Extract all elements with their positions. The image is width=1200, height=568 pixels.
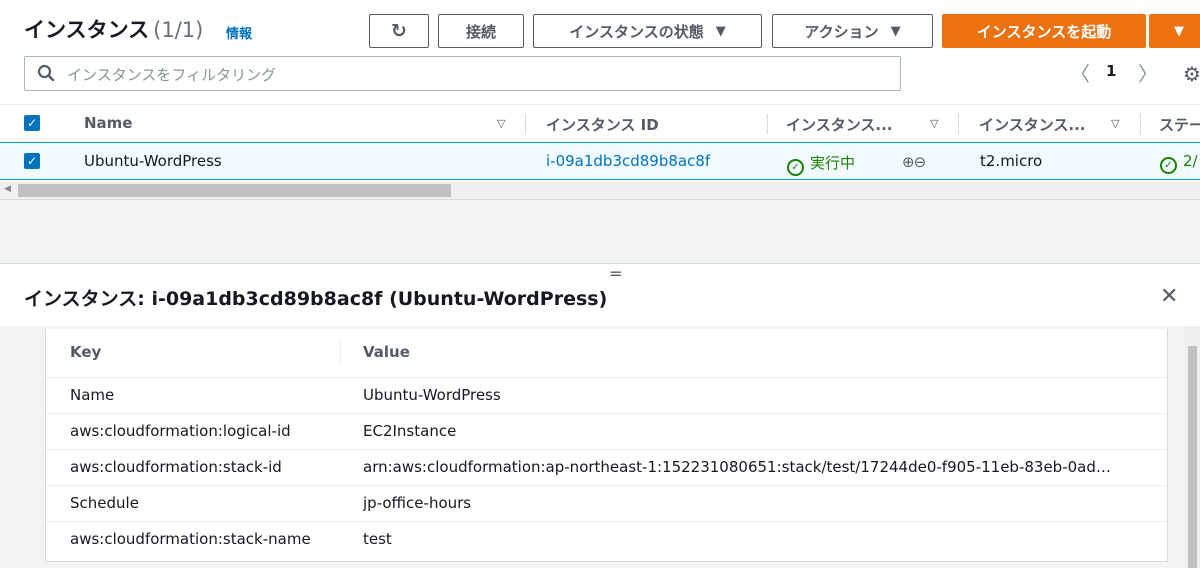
tag-key: Name [70,386,115,404]
actions-dropdown[interactable]: アクション ▼ [772,14,933,48]
column-header-status-check[interactable]: ステー [1159,114,1200,135]
tag-value: Ubuntu-WordPress [363,386,501,404]
instance-detail-panel: = インスタンス: i-09a1db3cd89b8ac8f (Ubuntu-Wo… [0,263,1200,568]
caret-down-icon: ▼ [715,23,726,39]
instances-panel: インスタンス (1/1) 情報 ↻ 接続 インスタンスの状態 ▼ アクション ▼ … [0,0,1200,200]
select-all-checkbox[interactable]: ✓ [24,115,40,131]
column-header-instance-type[interactable]: インスタンス... [979,114,1086,135]
tags-table: Key Value Name Ubuntu-WordPress aws:clou… [45,329,1168,562]
tag-value: EC2Instance [363,422,457,440]
page-title: インスタンス (1/1) [24,14,203,44]
instances-header: インスタンス (1/1) 情報 ↻ 接続 インスタンスの状態 ▼ アクション ▼ … [0,0,1200,58]
refresh-button[interactable]: ↻ [369,14,429,48]
vertical-scrollbar[interactable] [1185,326,1200,568]
instance-type: t2.micro [980,152,1043,170]
scrollbar-thumb[interactable] [18,184,451,197]
table-row[interactable]: ✓ Ubuntu-WordPress i-09a1db3cd89b8ac8f ✓… [0,142,1200,180]
page-title-text: インスタンス [24,18,150,42]
resize-handle-icon[interactable]: = [609,264,622,283]
info-link[interactable]: 情報 [226,23,252,42]
column-divider[interactable] [958,114,959,134]
column-divider[interactable] [525,114,526,134]
check-circle-icon: ✓ [787,159,804,176]
instance-id-link[interactable]: i-09a1db3cd89b8ac8f [546,152,710,170]
status-check: ✓ 2/ [1160,152,1198,174]
tag-value: arn:aws:cloudformation:ap-northeast-1:15… [363,458,1111,476]
detail-title: インスタンス: i-09a1db3cd89b8ac8f (Ubuntu-Word… [24,288,608,310]
row-checkbox[interactable]: ✓ [24,153,40,169]
gear-icon[interactable]: ⚙ [1183,62,1200,86]
check-circle-icon: ✓ [1160,157,1177,174]
column-divider [340,339,341,365]
value-column-header: Value [363,343,410,361]
column-divider[interactable] [1140,114,1141,134]
search-placeholder: インスタンスをフィルタリング [67,66,277,84]
sort-down-icon[interactable]: ▽ [930,117,938,130]
actions-label: アクション [804,22,879,41]
status-check-text: 2/ [1183,152,1198,170]
search-icon [37,64,55,82]
tag-key: aws:cloudformation:logical-id [70,422,291,440]
table-row: aws:cloudformation:stack-id arn:aws:clou… [46,450,1167,486]
column-header-instance-state[interactable]: インスタンス... [786,114,893,135]
connect-button[interactable]: 接続 [438,14,524,48]
launch-instance-dropdown[interactable]: ▼ [1149,14,1200,48]
next-page-button[interactable]: 〉 [1138,58,1158,87]
refresh-icon: ↻ [391,20,407,42]
tag-value: jp-office-hours [363,494,472,512]
instance-state-label: インスタンスの状態 [569,22,704,41]
instance-state-dropdown[interactable]: インスタンスの状態 ▼ [533,14,762,48]
instance-search-input[interactable]: インスタンスをフィルタリング [24,56,901,91]
zoom-icons: ⊕⊖ [902,153,927,171]
current-page-number[interactable]: 1 [1106,62,1116,80]
tags-table-header: Key Value [46,329,1167,378]
zoom-in-icon[interactable]: ⊕ [902,153,915,171]
column-header-instance-id[interactable]: インスタンス ID [546,114,659,135]
instance-state-text: 実行中 [810,154,856,172]
instance-name: Ubuntu-WordPress [84,152,222,170]
sort-down-icon[interactable]: ▽ [1111,117,1119,130]
sort-down-icon[interactable]: ▽ [497,117,505,130]
horizontal-scrollbar[interactable]: ◀ [0,181,1200,200]
column-header-name[interactable]: Name [84,114,132,132]
table-row: aws:cloudformation:stack-name test [46,522,1167,558]
table-row: Schedule jp-office-hours [46,486,1167,522]
column-divider[interactable] [767,114,768,134]
table-row: aws:cloudformation:logical-id EC2Instanc… [46,414,1167,450]
table-header: ✓ Name ▽ インスタンス ID インスタンス... ▽ インスタンス...… [0,104,1200,142]
caret-down-icon: ▼ [1174,23,1184,39]
tag-value: test [363,530,392,548]
tag-key: aws:cloudformation:stack-name [70,530,311,548]
launch-instance-button[interactable]: インスタンスを起動 [942,14,1146,48]
scrollbar-thumb[interactable] [1188,346,1197,568]
tag-key: aws:cloudformation:stack-id [70,458,282,476]
instance-state: ✓ 実行中 [787,152,855,176]
scroll-left-arrow-icon[interactable]: ◀ [4,184,11,194]
instance-count: (1/1) [153,18,204,42]
caret-down-icon: ▼ [890,23,901,39]
tag-key: Schedule [70,494,139,512]
table-row: Name Ubuntu-WordPress [46,378,1167,414]
key-column-header: Key [70,343,102,361]
previous-page-button[interactable]: 〈 [1070,58,1090,87]
close-icon[interactable]: ✕ [1160,284,1178,309]
zoom-out-icon[interactable]: ⊖ [914,153,927,171]
